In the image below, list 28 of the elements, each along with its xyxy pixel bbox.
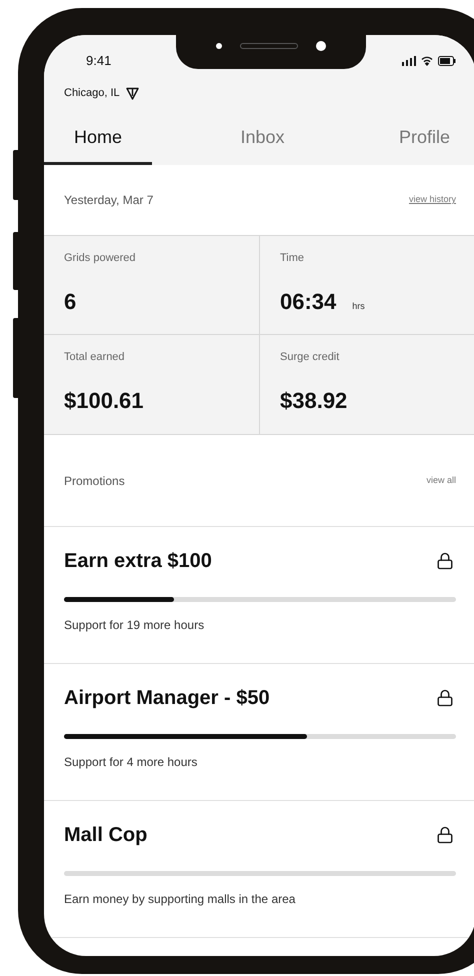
status-time: 9:41 <box>86 52 112 70</box>
location-label: Chicago, IL <box>64 86 120 101</box>
stat-label: Surge credit <box>280 350 340 365</box>
view-history-link[interactable]: view history <box>408 193 456 207</box>
promotion-title: Airport Manager - $50 <box>64 686 270 711</box>
promotion-card[interactable]: Airport Manager - $50 Support for 4 more hours <box>44 664 474 801</box>
stat-value: $100.61 <box>64 386 144 414</box>
stat-label: Total earned <box>64 350 126 365</box>
promotion-note: Support for 4 more hours <box>64 754 198 771</box>
stat-unit: hrs <box>352 300 365 312</box>
promotion-card[interactable]: Mall Cop Earn money by supporting malls in the area <box>44 801 474 938</box>
tab[interactable]: Inbox <box>214 113 311 165</box>
stat-label: Time <box>280 251 306 266</box>
tab[interactable]: Profile <box>372 113 474 165</box>
view-all-link[interactable]: view all <box>426 474 456 488</box>
summary-date: Yesterday, Mar 7 <box>64 192 154 209</box>
stat-value: 06:34 <box>280 288 336 316</box>
status-icons <box>402 56 456 66</box>
stat-label: Grids powered <box>64 251 137 266</box>
stat-value: $38.92 <box>280 386 348 414</box>
stat-value: 6 <box>64 288 76 316</box>
promotion-card[interactable]: Earn extra $100 Support for 19 more hours <box>44 527 474 664</box>
promotions-heading: Promotions <box>64 472 125 490</box>
promotion-note: Support for 19 more hours <box>64 617 206 634</box>
promotion-title: Earn extra $100 <box>64 549 212 574</box>
location-arrow-icon <box>126 86 139 100</box>
promotion-title: Mall Cop <box>64 823 148 848</box>
promotion-note: Earn money by supporting malls in the area <box>64 891 296 908</box>
